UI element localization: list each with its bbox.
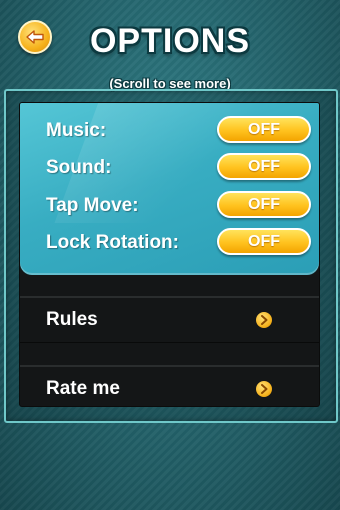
options-panel[interactable]: Music: OFF Sound: OFF Tap Move: OFF Lock… [20, 103, 319, 406]
rules-label: Rules [46, 309, 98, 330]
menu-item-rules[interactable]: Rules [20, 297, 319, 343]
music-toggle-button[interactable]: OFF [217, 116, 311, 143]
chevron-right-icon [256, 381, 272, 397]
lock-rotation-toggle-button[interactable]: OFF [217, 228, 311, 255]
tap-move-label: Tap Move: [46, 195, 139, 216]
toggle-row-music: Music: OFF [20, 116, 319, 146]
toggle-section: Music: OFF Sound: OFF Tap Move: OFF Lock… [20, 103, 319, 275]
sound-toggle-button[interactable]: OFF [217, 153, 311, 180]
menu-item-rate-me[interactable]: Rate me [20, 366, 319, 406]
chevron-right-icon [256, 312, 272, 328]
toggle-row-lock-rotation: Lock Rotation: OFF [20, 228, 319, 258]
music-label: Music: [46, 120, 107, 141]
toggle-row-tap-move: Tap Move: OFF [20, 191, 319, 221]
tap-move-toggle-button[interactable]: OFF [217, 191, 311, 218]
toggle-row-sound: Sound: OFF [20, 153, 319, 183]
lock-rotation-label: Lock Rotation: [46, 232, 179, 253]
sound-label: Sound: [46, 157, 112, 178]
rate-me-label: Rate me [46, 378, 120, 399]
page-title: OPTIONS [89, 22, 251, 60]
